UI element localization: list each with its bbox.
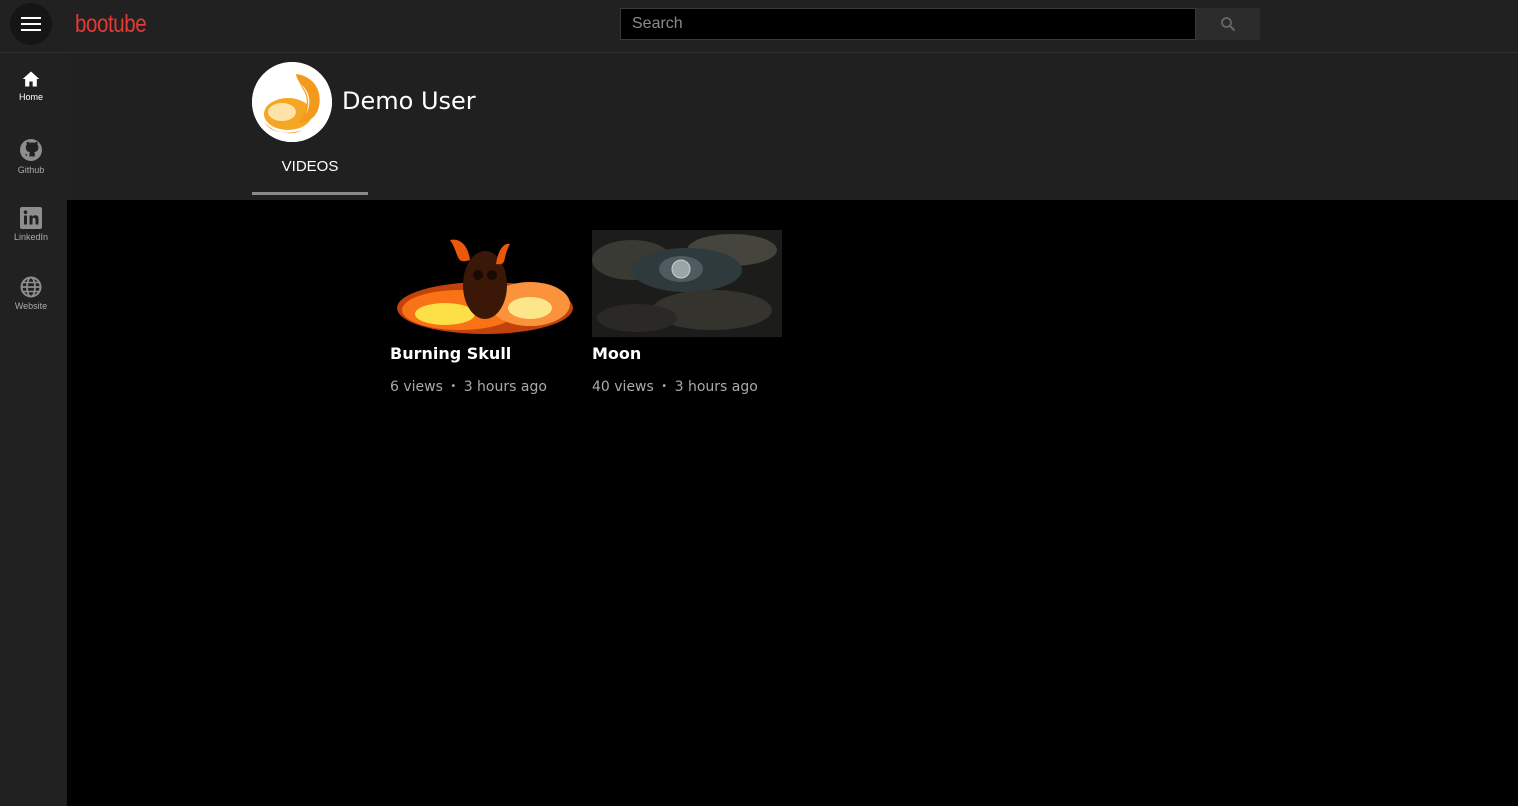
sidebar-item-website[interactable]: Website bbox=[0, 276, 62, 338]
sidebar-item-linkedin[interactable]: LinkedIn bbox=[0, 207, 62, 269]
sidebar-item-github[interactable]: Github bbox=[0, 138, 62, 200]
search-button[interactable] bbox=[1196, 8, 1260, 40]
app-logo[interactable]: bootube bbox=[75, 10, 147, 39]
sidebar-item-label: Github bbox=[17, 165, 45, 175]
linkedin-icon bbox=[20, 207, 42, 229]
sidebar-item-label: Home bbox=[18, 92, 43, 102]
hamburger-menu-icon bbox=[21, 17, 41, 31]
sidebar-item-label: Website bbox=[14, 301, 48, 311]
video-card-burning-skull[interactable]: Burning Skull 6 views • 3 hours ago bbox=[390, 230, 580, 395]
orange-peel-avatar-image bbox=[252, 62, 332, 142]
video-thumbnail[interactable] bbox=[592, 230, 782, 337]
view-count: 40 views bbox=[592, 379, 654, 395]
meta-separator: • bbox=[661, 381, 668, 392]
view-count: 6 views bbox=[390, 379, 443, 395]
video-meta: 6 views • 3 hours ago bbox=[390, 379, 580, 395]
video-meta: 40 views • 3 hours ago bbox=[592, 379, 782, 395]
upload-age: 3 hours ago bbox=[674, 379, 758, 395]
search-icon bbox=[1221, 17, 1236, 32]
channel-name: Demo User bbox=[342, 87, 476, 115]
video-thumbnail[interactable] bbox=[390, 230, 580, 337]
sidebar-item-home[interactable]: Home bbox=[0, 69, 62, 131]
avatar[interactable] bbox=[252, 62, 332, 142]
top-bar: bootube bbox=[0, 0, 1518, 53]
video-card-moon[interactable]: Moon 40 views • 3 hours ago bbox=[592, 230, 782, 395]
globe-icon bbox=[20, 276, 42, 298]
menu-button[interactable] bbox=[10, 3, 52, 45]
sidebar: Home Github LinkedIn Website bbox=[0, 53, 67, 806]
meta-separator: • bbox=[450, 381, 457, 392]
sidebar-item-label: LinkedIn bbox=[13, 232, 49, 242]
home-icon bbox=[22, 71, 40, 87]
upload-age: 3 hours ago bbox=[463, 379, 547, 395]
video-title[interactable]: Moon bbox=[592, 344, 782, 363]
channel-header: Demo User VIDEOS bbox=[67, 53, 1518, 200]
search-input[interactable] bbox=[620, 8, 1196, 40]
video-title[interactable]: Burning Skull bbox=[390, 344, 580, 363]
github-icon bbox=[20, 139, 42, 161]
tab-videos[interactable]: VIDEOS bbox=[252, 148, 368, 195]
